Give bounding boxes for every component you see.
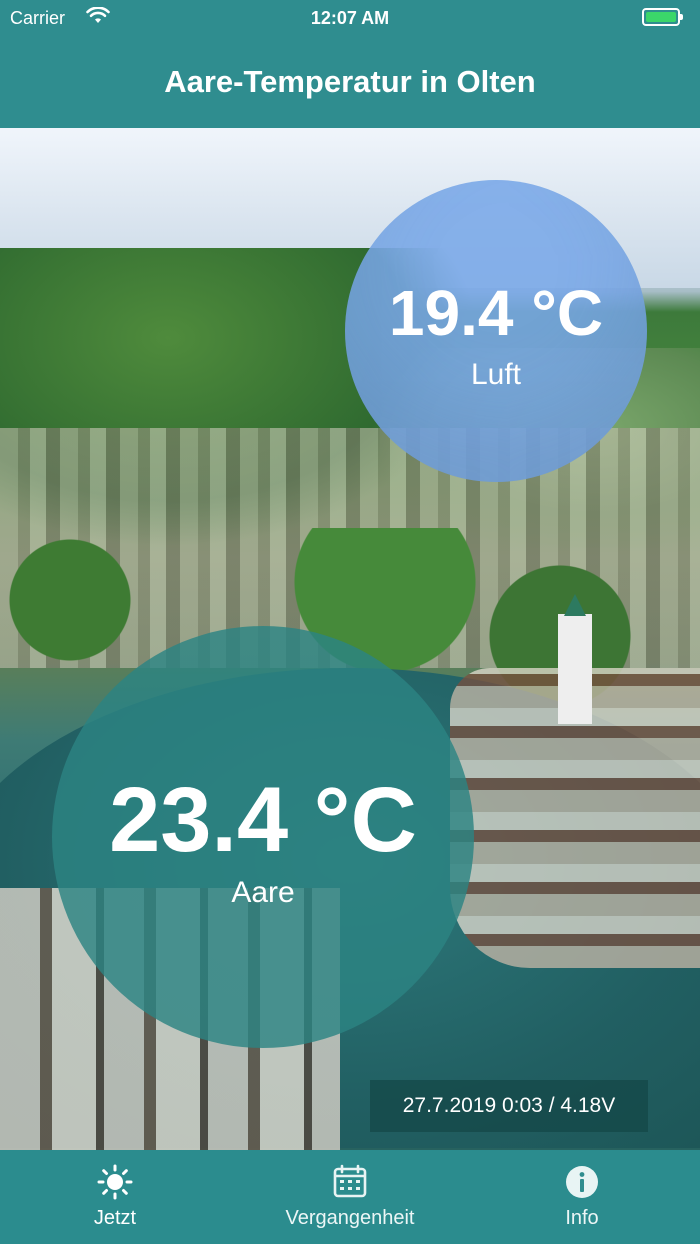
- aare-temperature-value: 23.4 °C: [109, 769, 417, 871]
- tab-bar: Jetzt Vergangenheit Info: [0, 1150, 700, 1244]
- battery-icon: [642, 8, 683, 26]
- measurement-timestamp: 27.7.2019 0:03 / 4.18V: [370, 1080, 648, 1132]
- tab-jetzt[interactable]: Jetzt: [50, 1150, 180, 1244]
- tab-label-vergangenheit: Vergangenheit: [285, 1207, 415, 1229]
- tab-vergangenheit[interactable]: Vergangenheit: [270, 1150, 430, 1244]
- aare-temperature-label: Aare: [231, 876, 295, 909]
- air-temperature-bubble: 19.4 °C Luft: [345, 180, 647, 482]
- calendar-icon: [332, 1164, 368, 1200]
- tab-info[interactable]: Info: [532, 1150, 632, 1244]
- sun-icon: [97, 1164, 133, 1200]
- status-time: 12:07 AM: [310, 8, 390, 28]
- tab-label-info: Info: [565, 1207, 599, 1229]
- navigation-bar: Aare-Temperatur in Olten: [0, 38, 700, 128]
- air-temperature-value: 19.4 °C: [388, 277, 604, 349]
- aare-temperature-bubble: 23.4 °C Aare: [52, 626, 474, 1048]
- info-icon: [564, 1164, 600, 1200]
- air-temperature-label: Luft: [470, 358, 522, 391]
- tab-label-jetzt: Jetzt: [93, 1207, 137, 1229]
- page-title: Aare-Temperatur in Olten: [164, 64, 536, 99]
- status-bar: Carrier 12:07 AM: [0, 0, 700, 38]
